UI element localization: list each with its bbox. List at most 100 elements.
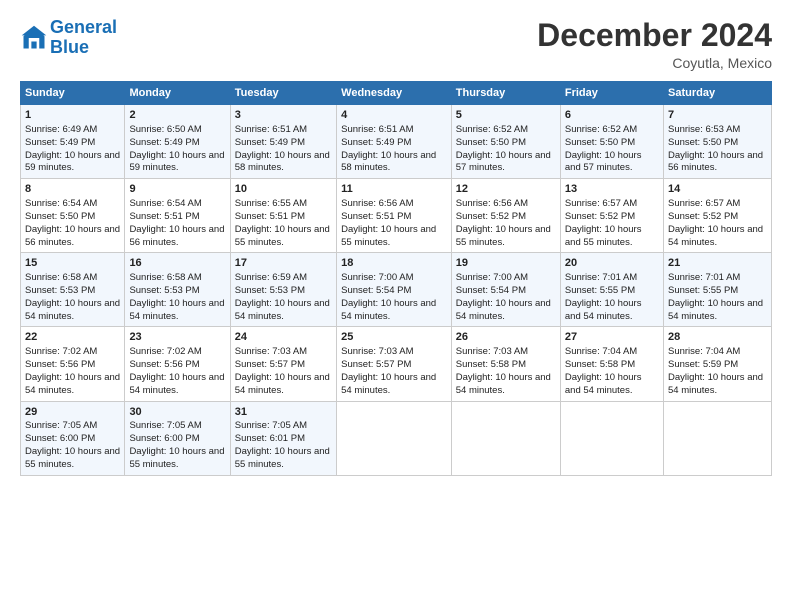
sunset-label: Sunset: 5:49 PM bbox=[129, 137, 199, 148]
day-number: 1 bbox=[25, 108, 120, 123]
daylight-label: Daylight: 10 hours and 58 minutes. bbox=[341, 150, 436, 174]
week-row-4: 22Sunrise: 7:02 AMSunset: 5:56 PMDayligh… bbox=[21, 327, 772, 401]
calendar-cell bbox=[337, 401, 452, 475]
day-number: 23 bbox=[129, 330, 225, 345]
day-number: 21 bbox=[668, 256, 767, 271]
col-saturday: Saturday bbox=[663, 82, 771, 105]
sunset-label: Sunset: 5:58 PM bbox=[565, 359, 635, 370]
calendar-cell: 6Sunrise: 6:52 AMSunset: 5:50 PMDaylight… bbox=[560, 105, 663, 179]
sunrise-label: Sunrise: 7:01 AM bbox=[668, 272, 740, 283]
day-number: 12 bbox=[456, 182, 556, 197]
sunrise-label: Sunrise: 7:02 AM bbox=[129, 346, 201, 357]
calendar-cell: 3Sunrise: 6:51 AMSunset: 5:49 PMDaylight… bbox=[230, 105, 336, 179]
calendar-cell: 23Sunrise: 7:02 AM Sunset: 5:56 PM Dayligh… bbox=[125, 327, 230, 401]
sunrise-label: Sunrise: 6:52 AM bbox=[565, 124, 637, 135]
sunrise-label: Sunrise: 6:51 AM bbox=[235, 124, 307, 135]
daylight-label: Daylight: 10 hours and 54 minutes. bbox=[456, 298, 551, 322]
sunrise-label: Sunrise: 6:50 AM bbox=[129, 124, 201, 135]
day-number: 15 bbox=[25, 256, 120, 271]
daylight-label: Daylight: 10 hours and 54 minutes. bbox=[235, 372, 330, 396]
sunset-label: Sunset: 5:57 PM bbox=[235, 359, 305, 370]
sunset-label: Sunset: 5:53 PM bbox=[235, 285, 305, 296]
col-tuesday: Tuesday bbox=[230, 82, 336, 105]
col-friday: Friday bbox=[560, 82, 663, 105]
day-number: 28 bbox=[668, 330, 767, 345]
sunset-label: Sunset: 5:49 PM bbox=[341, 137, 411, 148]
sunset-label: Sunset: 6:00 PM bbox=[129, 433, 199, 444]
calendar-cell: 13Sunrise: 6:57 AMSunset: 5:52 PMDayligh… bbox=[560, 179, 663, 253]
daylight-label: Daylight: 10 hours and 54 minutes. bbox=[341, 298, 436, 322]
sunset-label: Sunset: 5:50 PM bbox=[25, 211, 95, 222]
daylight-label: Daylight: 10 hours and 59 minutes. bbox=[25, 150, 120, 174]
calendar-cell: 27Sunrise: 7:04 AMSunset: 5:58 PMDayligh… bbox=[560, 327, 663, 401]
calendar-cell: 12Sunrise: 6:56 AMSunset: 5:52 PMDayligh… bbox=[451, 179, 560, 253]
sunrise-label: Sunrise: 7:02 AM bbox=[25, 346, 97, 357]
sunrise-label: Sunrise: 7:05 AM bbox=[129, 420, 201, 431]
day-number: 2 bbox=[129, 108, 225, 123]
sunset-label: Sunset: 5:56 PM bbox=[129, 359, 199, 370]
daylight-label: Daylight: 10 hours and 55 minutes. bbox=[235, 224, 330, 248]
sunset-label: Sunset: 5:49 PM bbox=[235, 137, 305, 148]
col-sunday: Sunday bbox=[21, 82, 125, 105]
calendar-cell: 30Sunrise: 7:05 AMSunset: 6:00 PMDayligh… bbox=[125, 401, 230, 475]
sunset-label: Sunset: 5:50 PM bbox=[456, 137, 526, 148]
daylight-label: Daylight: 10 hours and 54 minutes. bbox=[129, 372, 224, 396]
calendar-cell: 28Sunrise: 7:04 AMSunset: 5:59 PMDayligh… bbox=[663, 327, 771, 401]
calendar-cell: 15Sunrise: 6:58 AMSunset: 5:53 PMDayligh… bbox=[21, 253, 125, 327]
sunrise-label: Sunrise: 6:54 AM bbox=[25, 198, 97, 209]
sunset-label: Sunset: 5:51 PM bbox=[235, 211, 305, 222]
daylight-label: Daylight: 10 hours and 58 minutes. bbox=[235, 150, 330, 174]
calendar-cell bbox=[560, 401, 663, 475]
sunrise-label: Sunrise: 6:57 AM bbox=[565, 198, 637, 209]
calendar-cell: 8Sunrise: 6:54 AMSunset: 5:50 PMDaylight… bbox=[21, 179, 125, 253]
sunrise-label: Sunrise: 7:01 AM bbox=[565, 272, 637, 283]
day-number: 27 bbox=[565, 330, 659, 345]
day-number: 6 bbox=[565, 108, 659, 123]
daylight-label: Daylight: 10 hours and 54 minutes. bbox=[25, 372, 120, 396]
sunset-label: Sunset: 5:53 PM bbox=[129, 285, 199, 296]
calendar-cell: 21Sunrise: 7:01 AMSunset: 5:55 PMDayligh… bbox=[663, 253, 771, 327]
daylight-label: Daylight: 10 hours and 57 minutes. bbox=[565, 150, 642, 174]
logo-icon bbox=[20, 24, 48, 52]
sunset-label: Sunset: 5:59 PM bbox=[668, 359, 738, 370]
sunset-label: Sunset: 5:52 PM bbox=[456, 211, 526, 222]
calendar-cell: 29Sunrise: 7:05 AMSunset: 6:00 PMDayligh… bbox=[21, 401, 125, 475]
sunrise-label: Sunrise: 7:04 AM bbox=[668, 346, 740, 357]
sunset-label: Sunset: 5:50 PM bbox=[668, 137, 738, 148]
sunset-label: Sunset: 5:52 PM bbox=[668, 211, 738, 222]
daylight-label: Daylight: 10 hours and 54 minutes. bbox=[235, 298, 330, 322]
sunset-label: Sunset: 5:52 PM bbox=[565, 211, 635, 222]
day-number: 14 bbox=[668, 182, 767, 197]
day-number: 24 bbox=[235, 330, 332, 345]
sunset-label: Sunset: 5:54 PM bbox=[456, 285, 526, 296]
calendar-cell: 22Sunrise: 7:02 AMSunset: 5:56 PMDayligh… bbox=[21, 327, 125, 401]
sunrise-label: Sunrise: 6:56 AM bbox=[456, 198, 528, 209]
daylight-label: Daylight: 10 hours and 59 minutes. bbox=[129, 150, 224, 174]
header-row: Sunday Monday Tuesday Wednesday Thursday… bbox=[21, 82, 772, 105]
calendar-cell: 31Sunrise: 7:05 AMSunset: 6:01 PMDayligh… bbox=[230, 401, 336, 475]
daylight-label: Daylight: 10 hours and 54 minutes. bbox=[341, 372, 436, 396]
day-number: 11 bbox=[341, 182, 447, 197]
daylight-label: Daylight: 10 hours and 55 minutes. bbox=[129, 446, 224, 470]
day-number: 5 bbox=[456, 108, 556, 123]
main-title: December 2024 bbox=[537, 18, 772, 53]
sunset-label: Sunset: 5:54 PM bbox=[341, 285, 411, 296]
sunset-label: Sunset: 6:01 PM bbox=[235, 433, 305, 444]
day-number: 9 bbox=[129, 182, 225, 197]
sunrise-label: Sunrise: 7:03 AM bbox=[235, 346, 307, 357]
sunrise-label: Sunrise: 6:51 AM bbox=[341, 124, 413, 135]
sunrise-label: Sunrise: 7:05 AM bbox=[235, 420, 307, 431]
calendar-cell bbox=[663, 401, 771, 475]
calendar-cell: 10Sunrise: 6:55 AMSunset: 5:51 PMDayligh… bbox=[230, 179, 336, 253]
calendar-cell: 2Sunrise: 6:50 AM Sunset: 5:49 PM Daylight… bbox=[125, 105, 230, 179]
day-number: 26 bbox=[456, 330, 556, 345]
day-number: 22 bbox=[25, 330, 120, 345]
day-number: 13 bbox=[565, 182, 659, 197]
sunrise-label: Sunrise: 7:05 AM bbox=[25, 420, 97, 431]
logo-text: General Blue bbox=[50, 18, 117, 58]
calendar-cell: 18Sunrise: 7:00 AMSunset: 5:54 PMDayligh… bbox=[337, 253, 452, 327]
sunrise-label: Sunrise: 6:58 AM bbox=[25, 272, 97, 283]
calendar-cell: 17Sunrise: 6:59 AMSunset: 5:53 PMDayligh… bbox=[230, 253, 336, 327]
sunset-label: Sunset: 6:00 PM bbox=[25, 433, 95, 444]
daylight-label: Daylight: 10 hours and 54 minutes. bbox=[456, 372, 551, 396]
